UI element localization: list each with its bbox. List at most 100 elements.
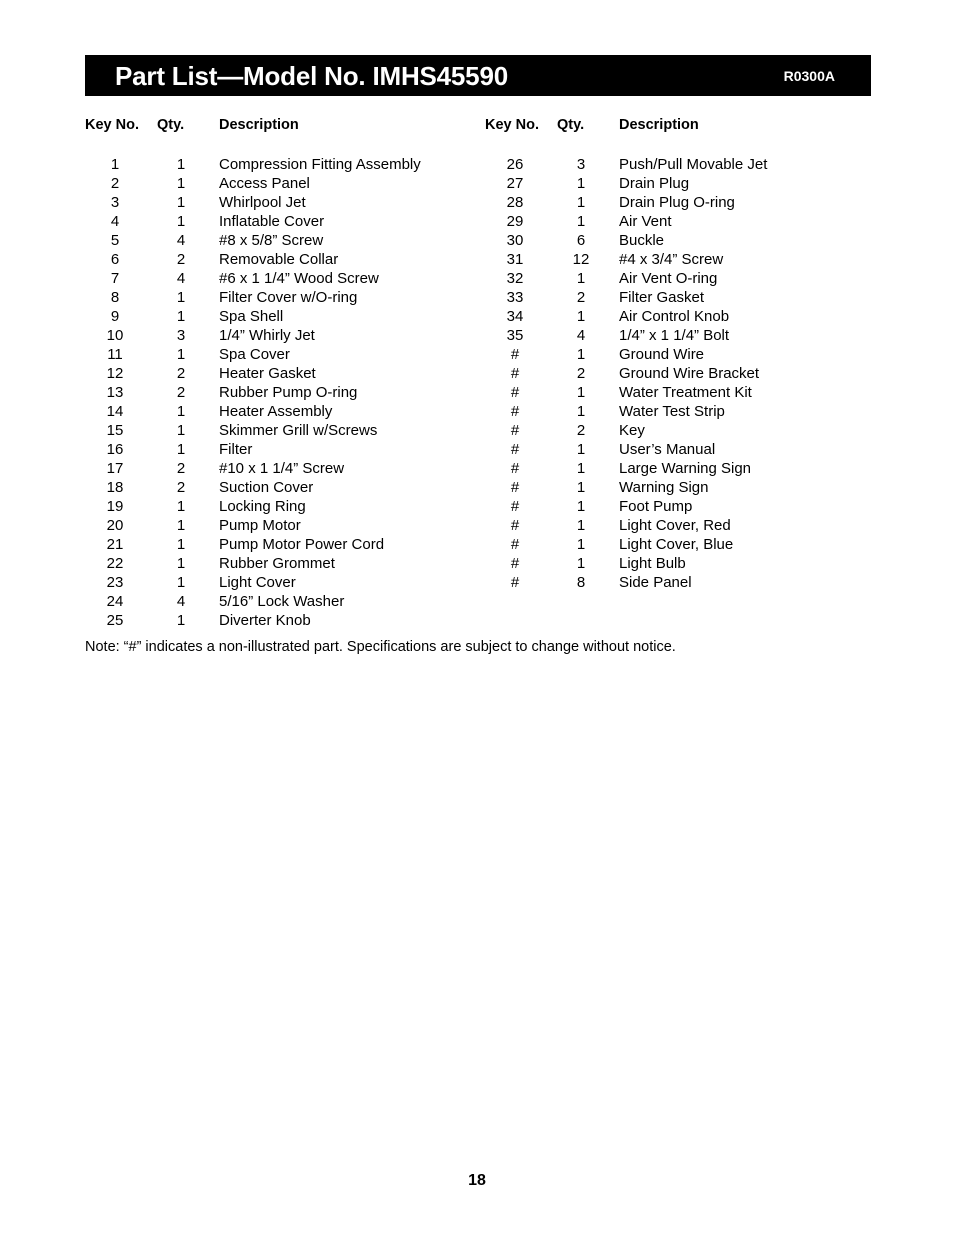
cell-qty: 4 xyxy=(576,327,586,344)
table-row: 22 1 Rubber Grommet xyxy=(85,554,485,573)
column-header-description: Description xyxy=(619,117,699,133)
cell-description: Air Vent xyxy=(619,213,672,230)
cell-qty: 1 xyxy=(576,517,586,534)
table-row: 26 3 Push/Pull Movable Jet xyxy=(485,155,885,174)
cell-qty: 2 xyxy=(576,289,586,306)
cell-qty: 1 xyxy=(576,498,586,515)
cell-qty: 1 xyxy=(176,308,186,325)
table-row: 2 1 Access Panel xyxy=(85,174,485,193)
cell-description: Diverter Knob xyxy=(219,612,311,629)
cell-key-no: 19 xyxy=(106,498,124,515)
cell-description: Ground Wire Bracket xyxy=(619,365,760,382)
table-row: #2 Key xyxy=(485,421,885,440)
cell-key-no: 14 xyxy=(106,403,124,420)
cell-key-no: 17 xyxy=(106,460,124,477)
cell-key-no: 21 xyxy=(106,536,124,553)
table-row: 15 1 Skimmer Grill w/Screws xyxy=(85,421,485,440)
cell-qty: 1 xyxy=(576,213,586,230)
cell-description: Pump Motor Power Cord xyxy=(219,536,385,553)
page-title-bar: Part List—Model No. IMHS45590 R0300A xyxy=(85,55,871,96)
table-row: 17 2 #10 x 1 1/4” Screw xyxy=(85,459,485,478)
cell-qty: 1 xyxy=(176,555,186,572)
column-header-key-no: Key No. xyxy=(85,117,139,133)
table-row: 8 1 Filter Cover w/O-ring xyxy=(85,288,485,307)
cell-description: #10 x 1 1/4” Screw xyxy=(219,460,345,477)
parts-list-column-right: Key No. Qty. Description 26 3 Push/Pull Mo… xyxy=(485,117,885,630)
parts-table-left: Key No. Qty. Description 1 1 Compression F… xyxy=(85,117,485,630)
cell-description: Rubber Grommet xyxy=(219,555,335,572)
cell-key-no: 18 xyxy=(106,479,124,496)
cell-key-no: 25 xyxy=(106,612,124,629)
cell-key-no: 8 xyxy=(110,289,120,306)
cell-qty: 1 xyxy=(576,479,586,496)
cell-key-no: 11 xyxy=(107,346,123,363)
cell-description: Light Cover, Blue xyxy=(619,536,734,553)
cell-qty: 6 xyxy=(576,232,586,249)
table-row: #1 Foot Pump xyxy=(485,497,885,516)
table-row: #1 Warning Sign xyxy=(485,478,885,497)
cell-key-no: 20 xyxy=(106,517,124,534)
cell-qty: 1 xyxy=(176,194,186,211)
cell-key-no: 9 xyxy=(110,308,120,325)
table-row: #1 Water Test Strip xyxy=(485,402,885,421)
cell-key-no: 13 xyxy=(106,384,124,401)
cell-qty: 1 xyxy=(576,346,586,363)
table-row: 35 4 1/4” x 1 1/4” Bolt xyxy=(485,326,885,345)
table-row: #1 Light Bulb xyxy=(485,554,885,573)
table-row: 9 1 Spa Shell xyxy=(85,307,485,326)
cell-key-no: 33 xyxy=(506,289,524,306)
table-row: 4 1 Inflatable Cover xyxy=(85,212,485,231)
cell-key-no: 10 xyxy=(106,327,124,344)
table-row: 1 1 Compression Fitting Assembly xyxy=(85,155,485,174)
cell-description: Drain Plug O-ring xyxy=(619,194,735,211)
cell-qty: 2 xyxy=(576,422,586,439)
cell-qty: 1 xyxy=(576,441,586,458)
cell-key-no: # xyxy=(510,574,520,591)
table-row: #1 Light Cover, Blue xyxy=(485,535,885,554)
cell-qty: 1 xyxy=(176,346,186,363)
cell-description: Filter xyxy=(219,441,253,458)
table-row: 5 4 #8 x 5/8” Screw xyxy=(85,231,485,250)
cell-description: Ground Wire xyxy=(619,346,705,363)
table-header-row: Key No. Qty. Description xyxy=(485,117,885,155)
cell-description: Spa Shell xyxy=(219,308,284,325)
cell-description: Spa Cover xyxy=(219,346,290,363)
cell-description: Filter Cover w/O-ring xyxy=(219,289,358,306)
cell-qty: 1 xyxy=(576,194,586,211)
cell-description: Push/Pull Movable Jet xyxy=(619,156,768,173)
cell-description: Light Cover, Red xyxy=(619,517,731,534)
table-row: 7 4 #6 x 1 1/4” Wood Screw xyxy=(85,269,485,288)
page-title: Part List—Model No. IMHS45590 xyxy=(115,60,508,91)
parts-table-left-head: Key No. Qty. Description xyxy=(85,117,485,155)
table-row: 18 2 Suction Cover xyxy=(85,478,485,497)
table-row: 19 1 Locking Ring xyxy=(85,497,485,516)
table-row: 6 2 Removable Collar xyxy=(85,250,485,269)
cell-description: 1/4” Whirly Jet xyxy=(219,327,315,344)
table-row: 30 6 Buckle xyxy=(485,231,885,250)
cell-key-no: 32 xyxy=(506,270,524,287)
cell-key-no: 15 xyxy=(106,422,124,439)
cell-description: #4 x 3/4” Screw xyxy=(619,251,724,268)
cell-qty: 1 xyxy=(576,175,586,192)
cell-description: Light Cover xyxy=(219,574,296,591)
cell-key-no: # xyxy=(510,422,520,439)
cell-key-no: 3 xyxy=(110,194,120,211)
table-row: 25 1 Diverter Knob xyxy=(85,611,485,630)
cell-qty: 1 xyxy=(176,441,186,458)
cell-key-no: # xyxy=(510,536,520,553)
parts-list-column-left: Key No. Qty. Description 1 1 Compression F… xyxy=(85,117,485,630)
cell-description: Inflatable Cover xyxy=(219,213,325,230)
cell-description: Buckle xyxy=(619,232,665,249)
cell-qty: 3 xyxy=(176,327,186,344)
table-row: #1 Ground Wire xyxy=(485,345,885,364)
cell-description: Large Warning Sign xyxy=(619,460,752,477)
cell-qty: 1 xyxy=(176,175,186,192)
cell-description: Pump Motor xyxy=(219,517,301,534)
cell-key-no: 29 xyxy=(506,213,524,230)
cell-qty: 4 xyxy=(176,593,186,610)
cell-qty: 1 xyxy=(176,612,186,629)
cell-description: Filter Gasket xyxy=(619,289,705,306)
cell-description: Heater Gasket xyxy=(219,365,316,382)
table-row: 34 1 Air Control Knob xyxy=(485,307,885,326)
cell-key-no: 30 xyxy=(506,232,524,249)
